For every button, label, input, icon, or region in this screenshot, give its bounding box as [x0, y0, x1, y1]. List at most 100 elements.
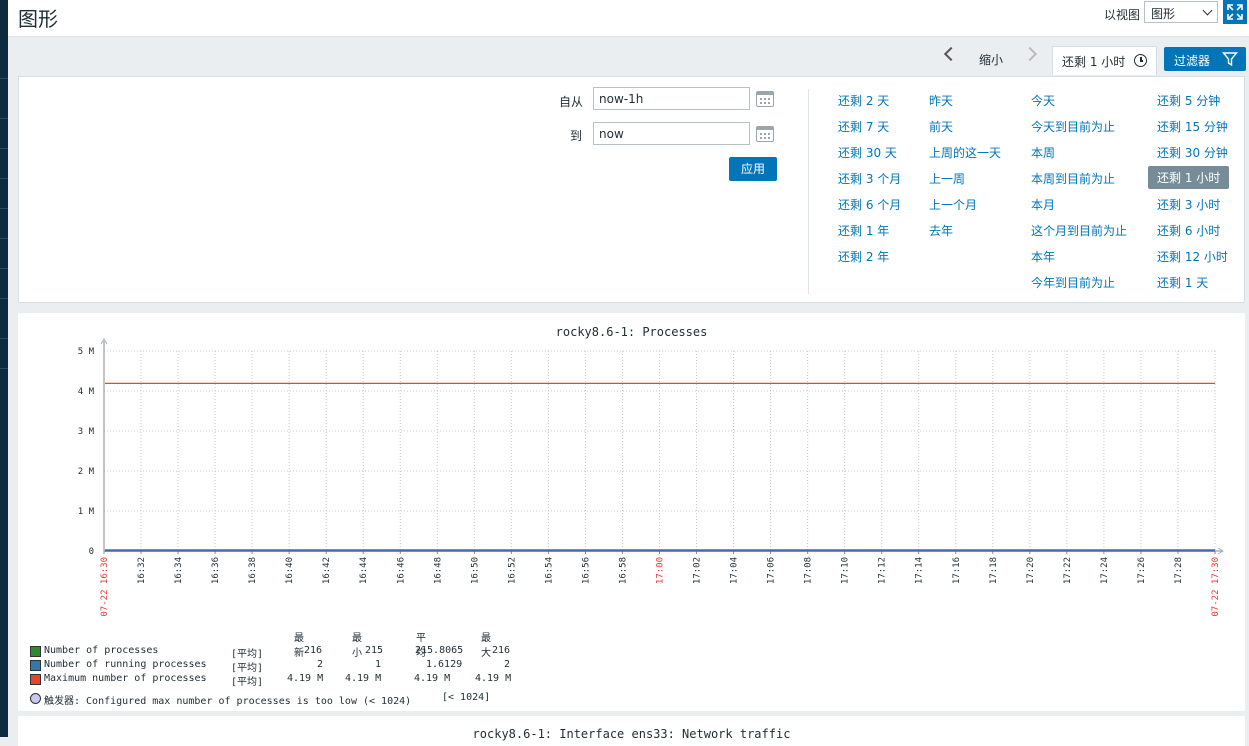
x-tick-label: 16:54	[544, 557, 554, 584]
fullscreen-button[interactable]	[1223, 0, 1247, 24]
time-filter-panel: 自从 now-1h 到 now 应用 还剩 2 天还剩 7 天还剩 30 天还剩…	[18, 76, 1245, 303]
x-tick-label: 16:32	[137, 557, 147, 584]
legend-max: 2	[504, 659, 511, 670]
calendar-icon[interactable]	[756, 126, 774, 142]
quick-range-link[interactable]: 还剩 7 天	[838, 118, 889, 135]
x-tick-label: 17:08	[804, 557, 814, 584]
quick-range-link[interactable]: 还剩 30 分钟	[1157, 144, 1228, 161]
quick-range-link[interactable]: 还剩 1 天	[1157, 274, 1208, 291]
quick-range-link[interactable]: 还剩 12 小时	[1157, 248, 1228, 265]
view-select[interactable]: 图形	[1144, 1, 1218, 23]
quick-range-link[interactable]: 今天	[1031, 92, 1055, 109]
chevron-down-icon	[1202, 5, 1213, 16]
view-select-value: 图形	[1151, 7, 1176, 21]
legend-swatch	[30, 646, 41, 657]
quick-range-link[interactable]: 昨天	[929, 92, 953, 109]
quick-range-link[interactable]: 还剩 2 年	[838, 248, 889, 265]
quick-range-link[interactable]: 本周到目前为止	[1031, 170, 1115, 187]
graph-panel-2: rocky8.6-1: Interface ens33: Network tra…	[18, 716, 1245, 746]
quick-range-link[interactable]: 前天	[929, 118, 953, 135]
quick-range-link[interactable]: 还剩 30 天	[838, 144, 897, 161]
x-tick-label: 16:48	[433, 557, 443, 584]
x-tick-label: 16:38	[248, 557, 258, 584]
x-tick-label: 16:46	[396, 557, 406, 584]
legend-avg: 4.19 M	[414, 673, 451, 684]
y-tick-label: 1 M	[78, 507, 95, 517]
quick-range-link[interactable]: 还剩 3 小时	[1157, 196, 1220, 213]
quick-range-link[interactable]: 去年	[929, 222, 953, 239]
quick-range-link[interactable]: 还剩 6 个月	[838, 196, 901, 213]
x-tick-label: 16:40	[285, 557, 295, 584]
x-tick-label: 16:50	[470, 557, 480, 584]
legend-row: Number of processes [平均] 216 215 215.806…	[28, 645, 528, 660]
graph-panel: rocky8.6-1: Processes 01 M2 M3 M4 M5 M 07…	[18, 313, 1245, 711]
legend-last: 2	[317, 659, 324, 670]
calendar-icon[interactable]	[756, 91, 774, 107]
view-label: 以视图	[1104, 8, 1141, 22]
legend-max: 4.19 M	[475, 673, 512, 684]
quick-range-link[interactable]: 这个月到目前为止	[1031, 222, 1127, 239]
x-tick-label: 17:20	[1026, 557, 1036, 584]
quick-range-link[interactable]: 本周	[1031, 144, 1055, 161]
x-tick-label: 16:58	[618, 557, 628, 584]
quick-range-link[interactable]: 本月	[1031, 196, 1055, 213]
legend-swatch	[30, 660, 41, 671]
page-title: 图形	[18, 7, 58, 31]
x-tick-label: 17:02	[693, 557, 703, 584]
legend-func: [平均]	[231, 677, 264, 688]
chart-title-2: rocky8.6-1: Interface ens33: Network tra…	[472, 727, 791, 741]
quick-range-link[interactable]: 今天到目前为止	[1031, 118, 1115, 135]
x-tick-label: 16:52	[507, 557, 517, 584]
clock-icon	[1134, 54, 1147, 67]
fullscreen-icon	[1227, 4, 1243, 20]
x-tick-label: 17:18	[989, 557, 999, 584]
page-header: 图形 以视图 图形	[8, 0, 1249, 37]
legend-min: 215	[365, 645, 384, 656]
quick-range-link[interactable]: 今年到目前为止	[1031, 274, 1115, 291]
legend-series-name: Maximum number of processes	[44, 673, 207, 684]
quick-range-link[interactable]: 还剩 6 小时	[1157, 222, 1220, 239]
y-tick-label: 2 M	[78, 467, 95, 477]
processes-chart[interactable]: 0 1 M 2 M 3 M 4 M 5 M 07-22 16:30 16:32 16:34 16:…	[18, 313, 1245, 623]
legend-func: [平均]	[231, 649, 264, 660]
x-tick-label: 17:06	[767, 557, 777, 584]
legend-max: 216	[492, 645, 511, 656]
legend-series-name: Number of processes	[44, 645, 159, 656]
quick-range-link[interactable]: 本年	[1031, 248, 1055, 265]
legend-trigger: 触发器: Configured max number of processes …	[28, 692, 548, 707]
x-tick-label: 17:00	[656, 557, 666, 584]
filter-icon	[1222, 52, 1238, 67]
quick-range-link[interactable]: 还剩 1 小时	[1148, 166, 1230, 189]
quick-range-link[interactable]: 还剩 15 分钟	[1157, 118, 1228, 135]
y-tick-label: 5 M	[78, 347, 95, 357]
zoom-out-button[interactable]: 缩小	[979, 51, 1003, 68]
tab-time-range[interactable]: 还剩 1 小时	[1052, 46, 1157, 75]
quick-range-link[interactable]: 上一周	[929, 170, 965, 187]
x-tick-label: 16:42	[322, 557, 332, 584]
quick-range-link[interactable]: 还剩 1 年	[838, 222, 889, 239]
from-input[interactable]: now-1h	[593, 87, 750, 110]
quick-range-link[interactable]: 上周的这一天	[929, 144, 1001, 161]
x-tick-label: 17:14	[915, 557, 925, 584]
legend-func: [平均]	[231, 663, 264, 674]
filter-tabbar: 缩小 还剩 1 小时 过滤器	[8, 37, 1249, 75]
quick-range-link[interactable]: 还剩 5 分钟	[1157, 92, 1220, 109]
sidebar-strip	[0, 0, 8, 737]
legend-last: 216	[304, 645, 323, 656]
to-label: 到	[570, 129, 583, 143]
legend-min: 4.19 M	[345, 673, 382, 684]
quick-range-link[interactable]: 还剩 3 个月	[838, 170, 901, 187]
x-tick-label: 17:24	[1100, 557, 1110, 584]
x-tick-label: 17:16	[952, 557, 962, 584]
to-input[interactable]: now	[593, 122, 750, 145]
x-tick-label: 17:12	[878, 557, 888, 584]
apply-button[interactable]: 应用	[729, 157, 777, 181]
chevron-left-icon[interactable]	[943, 46, 959, 62]
quick-range-link[interactable]: 上一个月	[929, 196, 977, 213]
quick-range-link[interactable]: 还剩 2 天	[838, 92, 889, 109]
y-tick-label: 3 M	[78, 427, 95, 437]
filter-button[interactable]: 过滤器	[1164, 47, 1246, 71]
filter-button-label: 过滤器	[1174, 54, 1211, 68]
chevron-right-icon[interactable]	[1022, 46, 1038, 62]
x-tick-label: 07-22 16:30	[100, 557, 110, 617]
